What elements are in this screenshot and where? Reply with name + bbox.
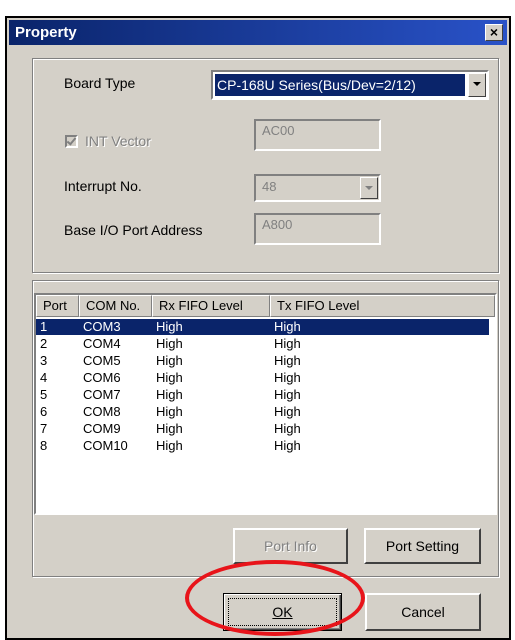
cell-port: 1	[40, 319, 48, 334]
cell-tx: High	[274, 336, 301, 351]
cell-rx: High	[156, 319, 183, 334]
int-vector-field[interactable]: AC00	[254, 119, 381, 151]
column-header-com[interactable]: COM No.	[79, 295, 152, 317]
table-row[interactable]: 5 COM7 High High	[36, 387, 489, 403]
cell-rx: High	[156, 404, 183, 419]
cell-rx: High	[156, 438, 183, 453]
cell-tx: High	[274, 353, 301, 368]
cell-tx: High	[274, 387, 301, 402]
port-info-button[interactable]: Port Info	[233, 528, 348, 564]
column-header-tx[interactable]: Tx FIFO Level	[270, 295, 495, 317]
cell-com: COM9	[83, 421, 121, 436]
table-row[interactable]: 6 COM8 High High	[36, 404, 489, 420]
cell-port: 6	[40, 404, 48, 419]
cell-com: COM3	[83, 319, 121, 334]
port-list[interactable]: Port COM No. Rx FIFO Level Tx FIFO Level…	[34, 293, 497, 515]
cell-port: 5	[40, 387, 48, 402]
table-row[interactable]: 7 COM9 High High	[36, 421, 489, 437]
cell-tx: High	[274, 404, 301, 419]
int-vector-label: INT Vector	[85, 133, 151, 149]
cell-tx: High	[274, 438, 301, 453]
board-type-label: Board Type	[64, 75, 136, 91]
board-type-value: CP-168U Series(Bus/Dev=2/12)	[215, 74, 465, 96]
property-dialog: Property × Board Type CP-168U Series(Bus…	[5, 16, 511, 640]
cell-rx: High	[156, 336, 183, 351]
base-io-field[interactable]: A800	[254, 213, 381, 245]
highlight-circle	[185, 560, 365, 636]
chevron-down-icon[interactable]	[468, 73, 486, 97]
title-bar[interactable]: Property ×	[9, 20, 507, 45]
cell-rx: High	[156, 387, 183, 402]
cell-port: 4	[40, 370, 48, 385]
cell-com: COM6	[83, 370, 121, 385]
cell-rx: High	[156, 370, 183, 385]
port-list-header: Port COM No. Rx FIFO Level Tx FIFO Level	[36, 295, 495, 317]
cell-com: COM8	[83, 404, 121, 419]
cell-com: COM5	[83, 353, 121, 368]
cell-tx: High	[274, 421, 301, 436]
interrupt-combo[interactable]: 48	[254, 174, 381, 202]
cell-com: COM4	[83, 336, 121, 351]
close-icon: ×	[489, 24, 499, 40]
cell-com: COM10	[83, 438, 128, 453]
chevron-down-icon	[360, 177, 378, 199]
cell-com: COM7	[83, 387, 121, 402]
int-vector-checkbox[interactable]	[65, 135, 78, 148]
window-title: Property	[15, 24, 77, 41]
cell-port: 2	[40, 336, 48, 351]
table-row[interactable]: 8 COM10 High High	[36, 438, 489, 454]
table-row[interactable]: 4 COM6 High High	[36, 370, 489, 386]
cell-rx: High	[156, 421, 183, 436]
interrupt-label: Interrupt No.	[64, 178, 142, 194]
cell-tx: High	[274, 319, 301, 334]
table-row[interactable]: 1 COM3 High High	[36, 319, 489, 335]
base-io-label: Base I/O Port Address	[64, 222, 203, 238]
cancel-button[interactable]: Cancel	[365, 593, 481, 631]
cell-port: 8	[40, 438, 48, 453]
board-type-combo[interactable]: CP-168U Series(Bus/Dev=2/12)	[211, 70, 489, 100]
close-button[interactable]: ×	[485, 24, 503, 41]
cell-rx: High	[156, 353, 183, 368]
port-setting-button[interactable]: Port Setting	[364, 528, 481, 564]
table-row[interactable]: 3 COM5 High High	[36, 353, 489, 369]
column-header-port[interactable]: Port	[36, 295, 79, 317]
cell-port: 7	[40, 421, 48, 436]
cell-port: 3	[40, 353, 48, 368]
column-header-rx[interactable]: Rx FIFO Level	[152, 295, 270, 317]
interrupt-value: 48	[262, 179, 277, 194]
cell-tx: High	[274, 370, 301, 385]
table-row[interactable]: 2 COM4 High High	[36, 336, 489, 352]
